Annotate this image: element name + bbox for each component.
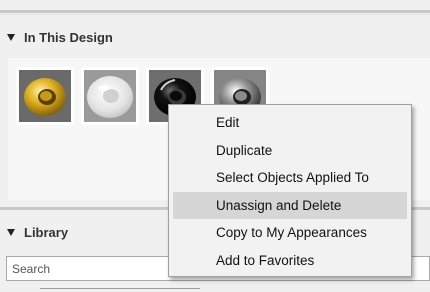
- menu-item-add-to-favorites[interactable]: Add to Favorites: [173, 247, 407, 275]
- menu-item-copy-to-my-appearances[interactable]: Copy to My Appearances: [173, 219, 407, 247]
- menu-item-duplicate[interactable]: Duplicate: [173, 137, 407, 165]
- menu-item-unassign-and-delete[interactable]: Unassign and Delete: [173, 191, 407, 219]
- in-this-design-header[interactable]: In This Design: [0, 24, 430, 50]
- menu-item-select-objects-applied-to[interactable]: Select Objects Applied To: [173, 164, 407, 192]
- top-divider-highlight: [0, 14, 430, 15]
- glass-appearance-icon: [84, 70, 136, 122]
- gold-appearance-icon: [19, 70, 71, 122]
- scroll-indicator: [40, 288, 200, 289]
- top-divider: [0, 10, 430, 13]
- library-title: Library: [24, 224, 69, 240]
- appearance-thumbnail[interactable]: [16, 67, 74, 125]
- in-this-design-title: In This Design: [24, 29, 113, 45]
- collapse-caret-icon[interactable]: [7, 229, 15, 236]
- menu-item-edit[interactable]: Edit: [173, 109, 407, 137]
- appearance-context-menu: Edit Duplicate Select Objects Applied To…: [168, 104, 412, 277]
- appearance-thumbnail[interactable]: [81, 67, 139, 125]
- collapse-caret-icon[interactable]: [7, 34, 15, 41]
